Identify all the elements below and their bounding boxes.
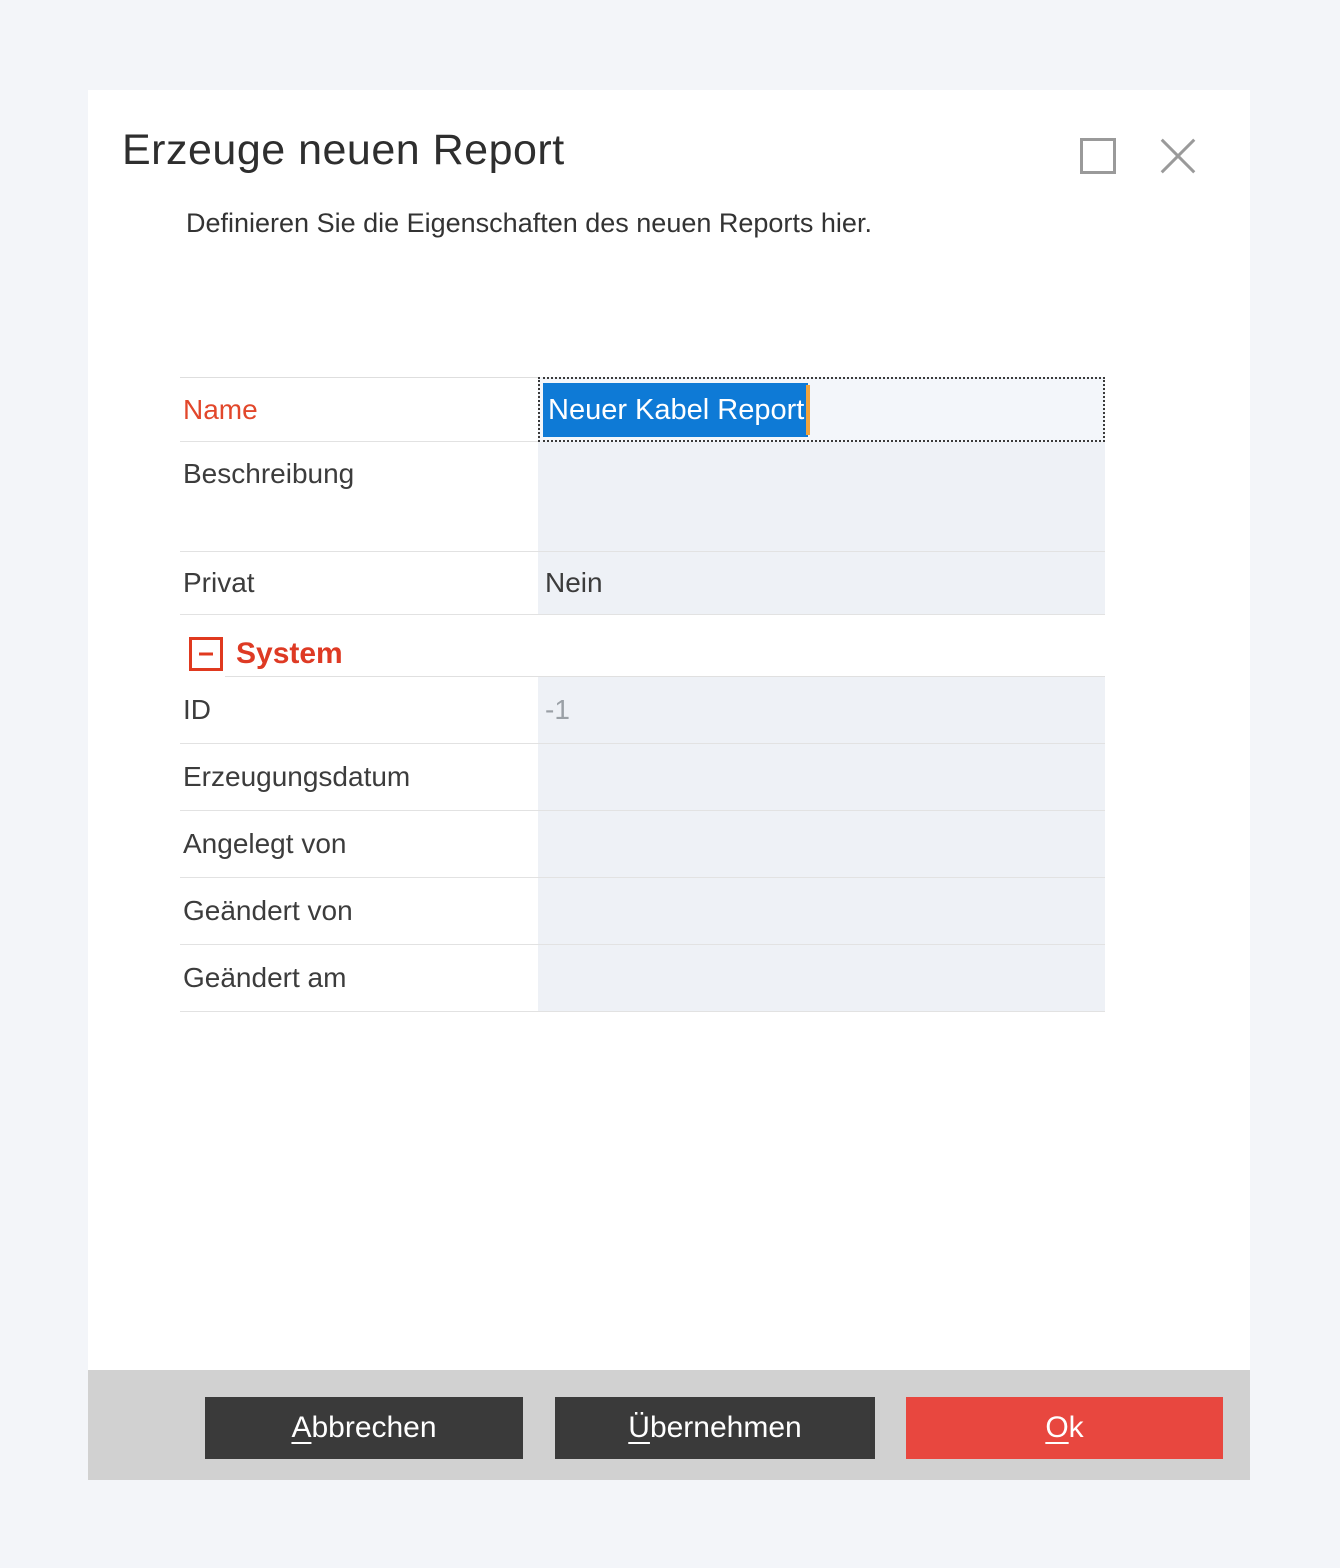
dialog-subtitle: Definieren Sie die Eigenschaften des neu… [186,208,872,239]
id-label: ID [180,677,538,743]
new-report-dialog: Erzeuge neuen Report Definieren Sie die … [88,90,1250,1480]
angelegt-von-value [538,811,1105,877]
maximize-icon[interactable] [1080,138,1116,174]
field-row-name: Name Neuer Kabel Report [180,378,1105,442]
erzeugungsdatum-label: Erzeugungsdatum [180,744,538,810]
ok-mnemonic: O [1045,1411,1068,1444]
grid-spacer [180,615,1105,630]
dialog-footer: Abbrechen Übernehmen Ok [88,1370,1250,1480]
close-icon[interactable] [1158,136,1198,176]
angelegt-von-label: Angelegt von [180,811,538,877]
field-row-privat: Privat Nein [180,552,1105,615]
abbrechen-mnemonic: A [291,1411,311,1444]
dialog-title: Erzeuge neuen Report [122,126,565,175]
selected-text: Neuer Kabel Report [543,383,808,437]
abbrechen-button[interactable]: Abbrechen [205,1397,523,1459]
field-row-id: ID -1 [180,677,1105,744]
geaendert-von-label: Geändert von [180,878,538,944]
beschreibung-label: Beschreibung [180,442,538,551]
section-title: System [236,637,343,671]
text-caret [806,385,810,435]
geaendert-am-value [538,945,1105,1011]
geaendert-von-value [538,878,1105,944]
abbrechen-label-rest: bbrechen [311,1411,436,1444]
collapse-minus-icon[interactable] [189,637,223,671]
field-row-beschreibung: Beschreibung [180,442,1105,552]
uebernehmen-button[interactable]: Übernehmen [555,1397,875,1459]
window-controls [1080,136,1198,176]
geaendert-am-label: Geändert am [180,945,538,1011]
field-row-erzeugungsdatum: Erzeugungsdatum [180,744,1105,811]
field-row-geaendert-von: Geändert von [180,878,1105,945]
name-input[interactable]: Neuer Kabel Report [538,377,1105,442]
ok-button[interactable]: Ok [906,1397,1223,1459]
erzeugungsdatum-value [538,744,1105,810]
section-divider [225,676,1105,677]
ok-label-rest: k [1069,1411,1084,1444]
beschreibung-input[interactable] [538,442,1105,551]
privat-input[interactable]: Nein [538,552,1105,614]
section-header-system: System [180,630,1105,677]
privat-label: Privat [180,552,538,614]
property-grid: Name Neuer Kabel Report Beschreibung Pri… [180,377,1105,1012]
name-label: Name [180,378,538,441]
id-value: -1 [538,677,1105,743]
uebernehmen-label-rest: bernehmen [650,1411,802,1444]
field-row-angelegt-von: Angelegt von [180,811,1105,878]
field-row-geaendert-am: Geändert am [180,945,1105,1012]
uebernehmen-mnemonic: Ü [628,1411,650,1444]
